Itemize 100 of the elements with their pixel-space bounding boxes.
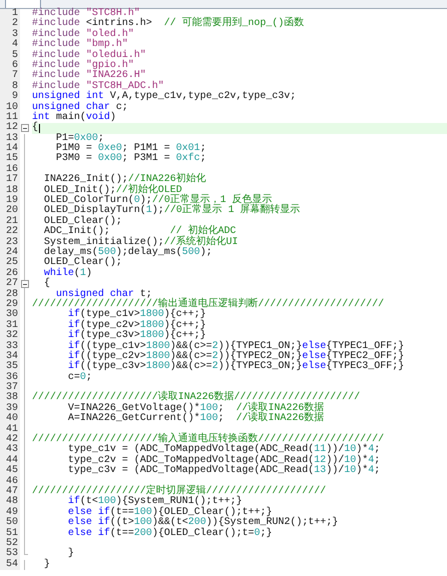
line-number: 12 <box>0 123 20 134</box>
code-line: type_c2v = (ADC_ToMappedVoltage(ADC_Read(12))/10)*4; <box>67 456 380 466</box>
code-line: OLED_Clear(); <box>43 216 122 227</box>
line-number: 14 <box>0 144 20 154</box>
line-number: 3 <box>0 30 20 40</box>
code-line: delay_ms(500);delay_ms(500); <box>43 248 212 258</box>
line-number: 41 <box>0 424 20 436</box>
line-number: 1 <box>0 9 20 20</box>
code-line: #include "bmp.h" <box>32 40 128 50</box>
line-number: 7 <box>0 71 20 82</box>
code-line: ///////////////////定时切屏逻辑//////////////////// <box>32 486 326 497</box>
text-cursor <box>39 124 40 133</box>
code-line: if(t<100){System_RUN1();t++;} <box>67 497 242 508</box>
code-line: #include "oled.h" <box>32 30 134 40</box>
line-number: 24 <box>0 248 20 258</box>
code-line: #include "STC8H_ADC.h" <box>32 82 164 92</box>
line-number: 51 <box>0 528 20 539</box>
code-line: /////////////////////输出通道电压逻辑判断///////////////////// <box>32 300 384 310</box>
line-number: 39 <box>0 404 20 414</box>
collapse-icon[interactable] <box>21 280 29 288</box>
line-number: 48 <box>0 497 20 508</box>
code-line: P3M0 = 0x00; P3M1 = 0xfc; <box>55 154 206 165</box>
line-number: 18 <box>0 186 20 196</box>
line-number: 32 <box>0 331 20 342</box>
fold-end-marker <box>24 549 28 556</box>
line-number: 30 <box>0 310 20 321</box>
line-number: 19 <box>0 196 20 206</box>
code-line: #include <intrins.h> // 可能需要用到_nop_()函数 <box>32 19 304 30</box>
line-number: 36 <box>0 372 20 384</box>
collapse-icon[interactable] <box>21 124 29 132</box>
line-number: 54 <box>0 560 20 570</box>
line-number: 52 <box>0 538 20 550</box>
code-line: { <box>43 279 50 290</box>
code-line: #include "gpio.h" <box>32 60 134 71</box>
line-number: 13 <box>0 134 20 144</box>
line-number: 28 <box>0 290 20 300</box>
line-number: 42 <box>0 435 20 446</box>
code-line: unsigned char c; <box>32 102 128 113</box>
code-line: c=0; <box>67 372 92 384</box>
code-line: } <box>67 549 74 560</box>
file-tab[interactable] <box>5 0 41 8</box>
line-number: 5 <box>0 50 20 61</box>
code-line: #include "STC8H.h" <box>32 9 140 19</box>
code-line: OLED_DisplayTurn(1);//0正常显示 1 屏幕翻转显示 <box>43 206 300 216</box>
code-line: A=INA226_GetCurrent()*100; //读取INA226数据 <box>67 414 324 425</box>
line-number: 11 <box>0 112 20 124</box>
code-line: } <box>43 560 50 570</box>
code-line: unsigned int V,A,type_c1v,type_c2v,type_c3v; <box>32 92 296 102</box>
line-number: 45 <box>0 466 20 477</box>
line-number: 21 <box>0 216 20 228</box>
line-number: 31 <box>0 320 20 332</box>
line-number: 33 <box>0 342 20 352</box>
code-line: if(type_c1v>1800){c++;} <box>67 310 206 320</box>
code-line: type_c3v = (ADC_ToMappedVoltage(ADC_Read(13))/10)*4; <box>67 466 380 477</box>
line-number: 43 <box>0 445 20 456</box>
fold-guide-line <box>24 560 25 570</box>
line-number: 8 <box>0 82 20 92</box>
code-line: if((type_c2v>1800)&&(c>=2)){TYPEC2_ON;}else{TYPEC2_OFF;} <box>67 352 404 362</box>
code-line: int main(void) <box>32 112 116 123</box>
line-number: 20 <box>0 206 20 217</box>
code-line: if((type_c1v>1800)&&(c>=2)){TYPEC1_ON;}else{TYPEC1_OFF;} <box>67 342 404 352</box>
code-line: type_c1v = (ADC_ToMappedVoltage(ADC_Read(11))/10)*4; <box>67 445 380 456</box>
code-line: while(1) <box>43 268 92 279</box>
line-number: 27 <box>0 279 20 290</box>
line-number: 35 <box>0 362 20 373</box>
line-number: 4 <box>0 40 20 51</box>
code-line: if((type_c3v>1800)&&(c>=2)){TYPEC3_ON;}else{TYPEC3_OFF;} <box>67 362 404 372</box>
line-number: 15 <box>0 154 20 165</box>
line-number: 16 <box>0 164 20 176</box>
line-number: 9 <box>0 92 20 103</box>
line-number: 25 <box>0 258 20 269</box>
code-line: OLED_Clear(); <box>43 258 122 268</box>
code-line: P1=0x00; <box>55 134 104 144</box>
code-line: unsigned char t; <box>56 290 152 300</box>
line-number: 17 <box>0 175 20 186</box>
code-line: System_initialize();//系统初始化UI <box>43 238 238 248</box>
line-number: 46 <box>0 476 20 487</box>
code-line: else if(t==100){OLED_Clear();t++;} <box>67 508 272 518</box>
code-line: else if(t==200){OLED_Clear();t=0;} <box>67 528 272 539</box>
code-line: { <box>32 123 38 134</box>
line-number: 50 <box>0 518 20 529</box>
line-number: 22 <box>0 227 20 238</box>
line-number: 40 <box>0 414 20 425</box>
line-number: 37 <box>0 383 20 394</box>
line-number: 38 <box>0 393 20 404</box>
line-number: 49 <box>0 508 20 518</box>
line-number: 10 <box>0 102 20 113</box>
code-line: else if((t>100)&&(t<200)){System_RUN2();t++;} <box>67 518 338 528</box>
code-line: #include "oledui.h" <box>32 50 146 61</box>
line-number: 47 <box>0 486 20 498</box>
line-number: 26 <box>0 268 20 280</box>
line-number: 23 <box>0 238 20 248</box>
code-line: if(type_c2v>1800){c++;} <box>67 320 206 331</box>
line-number: 29 <box>0 300 20 310</box>
line-number: 44 <box>0 456 20 466</box>
line-number: 6 <box>0 60 20 72</box>
line-number: 34 <box>0 352 20 362</box>
line-number: 2 <box>0 19 20 30</box>
code-line: if(type_c3v>1800){c++;} <box>67 331 206 342</box>
code-line: #include "INA226.H" <box>32 71 146 82</box>
